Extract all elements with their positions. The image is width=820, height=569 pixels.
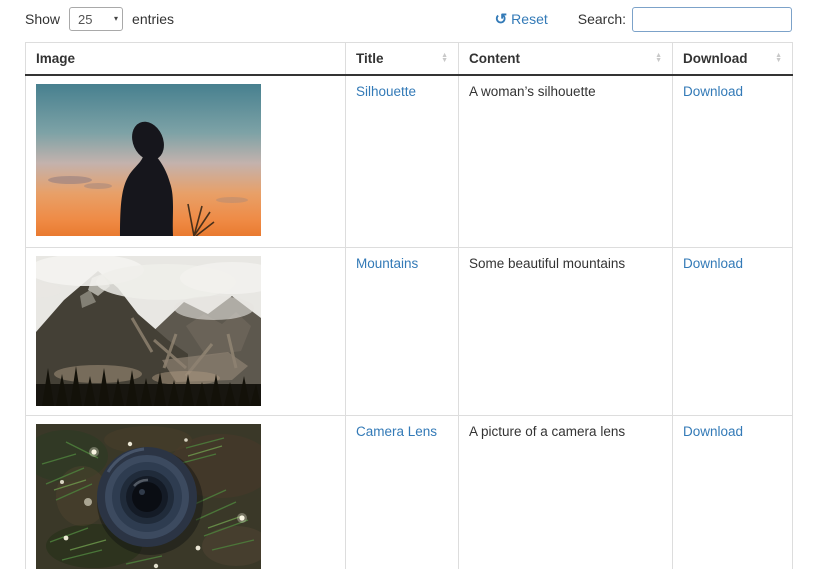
camera-lens-photo [36,424,261,569]
image-cell [26,75,346,247]
download-cell: Download [673,75,793,247]
title-cell: Camera Lens [346,415,459,569]
title-link[interactable]: Silhouette [356,84,416,99]
column-header-image: Image [26,43,346,76]
reset-label: Reset [511,11,548,27]
image-cell [26,247,346,415]
page-length-select-wrap: 25 ▾ [69,7,123,31]
table-row: Camera Lens A picture of a camera lens D… [26,415,793,569]
title-link[interactable]: Mountains [356,256,418,271]
reset-icon: ↺ [495,12,508,27]
page: Show 25 ▾ entries ↺ Reset Search: [0,0,792,569]
image-cell [26,415,346,569]
title-cell: Silhouette [346,75,459,247]
table-row: Silhouette A woman’s silhouette Download [26,75,793,247]
download-cell: Download [673,247,793,415]
download-cell: Download [673,415,793,569]
column-label: Download [683,51,748,66]
search-label: Search: [578,11,626,27]
page-length-select[interactable]: 25 [69,7,123,31]
column-header-title[interactable]: Title ▲▼ [346,43,459,76]
table-controls: Show 25 ▾ entries ↺ Reset Search: [25,5,792,33]
content-cell: Some beautiful mountains [459,247,673,415]
download-link[interactable]: Download [683,84,743,99]
controls-right: ↺ Reset Search: [495,7,792,32]
entries-label: entries [132,11,174,27]
content-cell: A picture of a camera lens [459,415,673,569]
column-header-download[interactable]: Download ▲▼ [673,43,793,76]
column-header-content[interactable]: Content ▲▼ [459,43,673,76]
download-link[interactable]: Download [683,256,743,271]
title-link[interactable]: Camera Lens [356,424,437,439]
title-cell: Mountains [346,247,459,415]
search-control: Search: [578,7,792,32]
mountains-photo [36,256,261,406]
download-link[interactable]: Download [683,424,743,439]
column-label: Content [469,51,520,66]
images-table: Image Title ▲▼ Content ▲▼ Download ▲▼ [25,42,793,569]
column-label: Image [36,51,75,66]
show-label: Show [25,11,60,27]
silhouette-photo [36,84,261,236]
sort-icon: ▲▼ [775,54,782,63]
reset-button[interactable]: ↺ Reset [495,11,548,27]
table-row: Mountains Some beautiful mountains Downl… [26,247,793,415]
page-length-control: Show 25 ▾ entries [25,7,174,31]
sort-icon: ▲▼ [655,54,662,63]
content-cell: A woman’s silhouette [459,75,673,247]
column-label: Title [356,51,384,66]
search-input[interactable] [632,7,792,32]
sort-icon: ▲▼ [441,54,448,63]
header-row: Image Title ▲▼ Content ▲▼ Download ▲▼ [26,43,793,76]
